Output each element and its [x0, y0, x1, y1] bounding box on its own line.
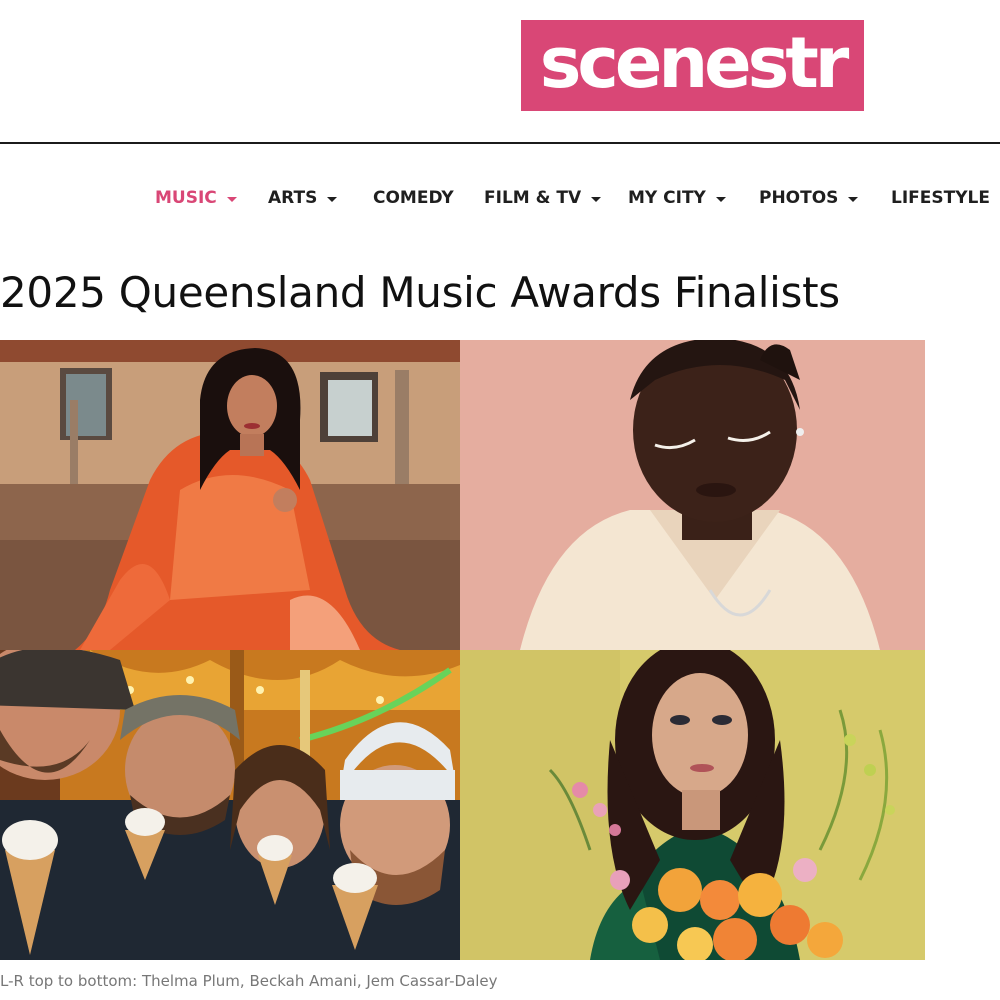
nav-item-film-tv[interactable]: FILM & TV — [484, 184, 602, 212]
header-divider — [0, 142, 1000, 144]
article-photo-top-left — [0, 340, 460, 650]
chevron-down-icon — [226, 196, 237, 202]
nav-label-arts: ARTS — [268, 188, 318, 208]
nav-item-photos[interactable]: PHOTOS — [759, 184, 859, 212]
nav-item-music[interactable]: MUSIC — [155, 184, 237, 212]
nav-item-lifestyle[interactable]: LIFESTYLE — [891, 184, 1000, 212]
logo-text: scenestr — [539, 21, 850, 104]
nav-label-photos: PHOTOS — [759, 188, 839, 208]
article-photo-bottom-left — [0, 650, 460, 960]
article-photo-top-right — [460, 340, 925, 650]
article-title: 2025 Queensland Music Awards Finalists — [0, 268, 840, 317]
nav-label-film-tv: FILM & TV — [484, 188, 582, 208]
site-logo[interactable]: scenestr — [521, 20, 864, 111]
chevron-down-icon — [848, 196, 859, 202]
nav-item-comedy[interactable]: COMEDY — [373, 184, 454, 212]
nav-label-comedy: COMEDY — [373, 188, 454, 208]
nav-label-music: MUSIC — [155, 188, 217, 208]
nav-item-my-city[interactable]: MY CITY — [628, 184, 726, 212]
main-nav: MUSIC ARTS COMEDY FILM & TV MY CITY PHOT… — [0, 184, 1000, 212]
article-photo-bottom-right — [460, 650, 925, 960]
nav-label-my-city: MY CITY — [628, 188, 706, 208]
nav-item-arts[interactable]: ARTS — [268, 184, 338, 212]
chevron-down-icon — [591, 196, 602, 202]
chevron-down-icon — [327, 196, 338, 202]
photo-caption: L-R top to bottom: Thelma Plum, Beckah A… — [0, 972, 498, 990]
chevron-down-icon — [715, 196, 726, 202]
nav-label-lifestyle: LIFESTYLE — [891, 188, 990, 208]
